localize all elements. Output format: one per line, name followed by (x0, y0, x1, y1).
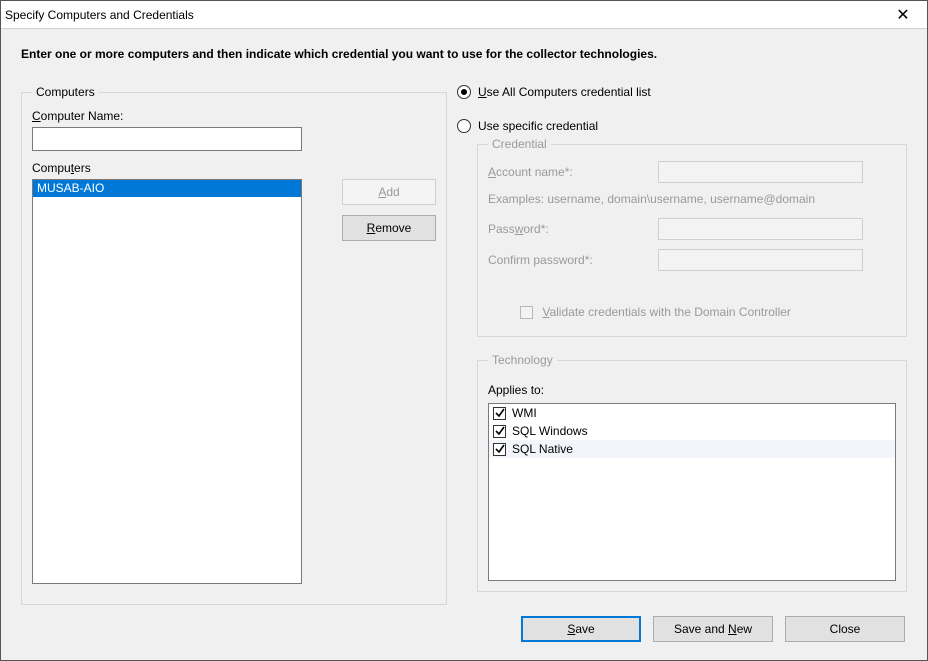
radio-icon (457, 119, 471, 133)
remove-button[interactable]: Remove (342, 215, 436, 241)
computers-listbox[interactable]: MUSAB-AIO (32, 179, 302, 584)
checkbox-checked-icon (493, 425, 506, 438)
checkbox-checked-icon (493, 407, 506, 420)
tech-row-wmi[interactable]: WMI (489, 404, 895, 422)
instruction-text: Enter one or more computers and then ind… (21, 47, 907, 61)
dialog-footer: Save Save and New Close (521, 616, 905, 642)
applies-to-label: Applies to: (488, 383, 896, 397)
validate-label: Validate credentials with the Domain Con… (542, 305, 791, 319)
tech-row-sql-native[interactable]: SQL Native (489, 440, 895, 458)
save-and-new-button[interactable]: Save and New (653, 616, 773, 642)
tech-row-sql-windows[interactable]: SQL Windows (489, 422, 895, 440)
computers-group: Computers Computer Name: Computers MUSAB… (21, 85, 447, 605)
tech-label-text: WMI (512, 406, 537, 420)
confirm-password-label: Confirm password*: (488, 253, 658, 267)
dialog-window: Specify Computers and Credentials ✕ Ente… (0, 0, 928, 661)
computer-name-label: Computer Name: (32, 109, 436, 123)
computer-name-input[interactable] (32, 127, 302, 151)
list-item[interactable]: MUSAB-AIO (33, 180, 301, 197)
password-input (658, 218, 863, 240)
radio-all-label: Use All Computers credential list (478, 85, 651, 99)
computers-legend: Computers (32, 85, 99, 99)
examples-text: Examples: username, domain\username, use… (488, 192, 896, 206)
radio-all-computers[interactable]: Use All Computers credential list (457, 85, 907, 99)
tech-label-text: SQL Windows (512, 424, 588, 438)
radio-specific-credential[interactable]: Use specific credential (457, 119, 907, 133)
tech-label-text: SQL Native (512, 442, 573, 456)
checkbox-checked-icon (493, 443, 506, 456)
password-label: Password*: (488, 222, 658, 236)
radio-specific-label: Use specific credential (478, 119, 598, 133)
credential-group: Credential Account name*: Examples: user… (477, 137, 907, 337)
window-title: Specify Computers and Credentials (5, 8, 881, 22)
checkbox-icon (520, 306, 533, 319)
technology-legend: Technology (488, 353, 557, 367)
account-name-label: Account name*: (488, 165, 658, 179)
technology-listbox[interactable]: WMI SQL Windows SQL Native (488, 403, 896, 581)
account-name-input (658, 161, 863, 183)
technology-group: Technology Applies to: WMI SQL Windows (477, 353, 907, 592)
close-icon[interactable]: ✕ (881, 2, 925, 28)
close-button[interactable]: Close (785, 616, 905, 642)
add-button: Add (342, 179, 436, 205)
credential-legend: Credential (488, 137, 551, 151)
computers-list-label: Computers (32, 161, 436, 175)
confirm-password-input (658, 249, 863, 271)
titlebar: Specify Computers and Credentials ✕ (1, 1, 927, 29)
save-button[interactable]: Save (521, 616, 641, 642)
validate-row: Validate credentials with the Domain Con… (520, 305, 896, 319)
radio-icon (457, 85, 471, 99)
